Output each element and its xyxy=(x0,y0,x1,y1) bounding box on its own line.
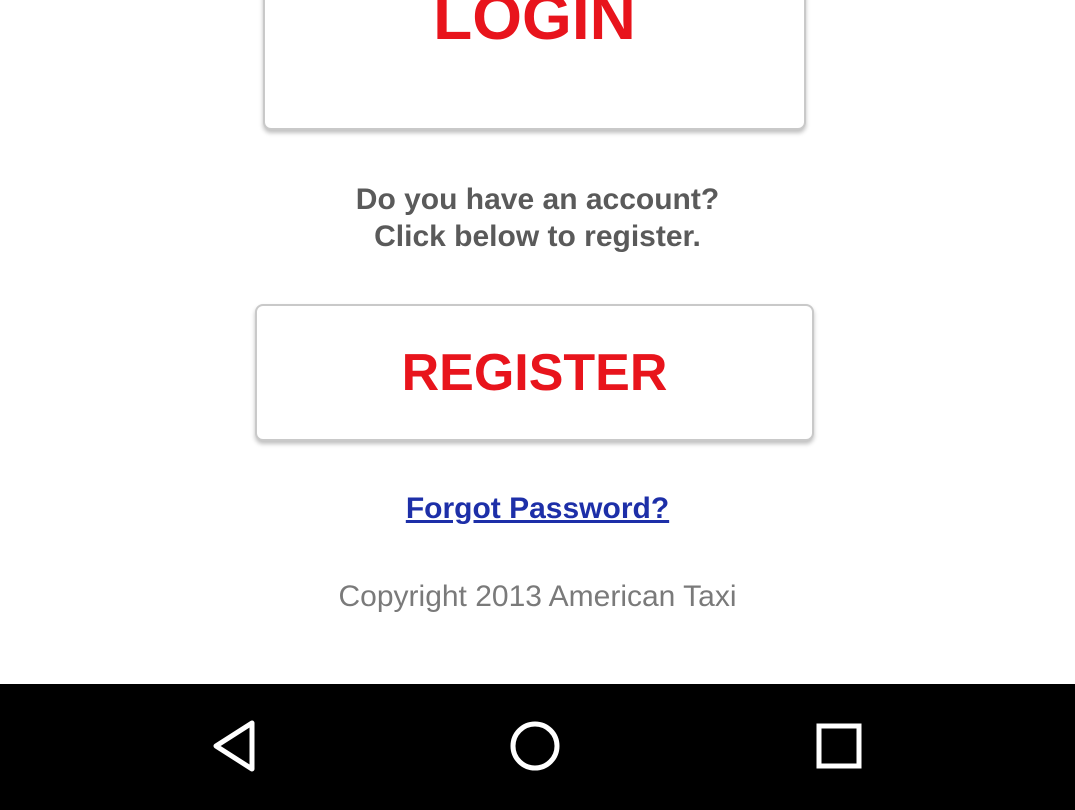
register-button[interactable]: REGISTER xyxy=(255,304,814,441)
back-button[interactable] xyxy=(202,714,266,778)
recent-apps-square-icon xyxy=(816,723,862,769)
home-button[interactable] xyxy=(503,714,567,778)
account-prompt-line-1: Do you have an account? xyxy=(355,183,720,216)
copyright-text: Copyright 2013 American Taxi xyxy=(338,580,737,613)
login-button[interactable]: LOGIN xyxy=(263,0,806,130)
home-circle-icon xyxy=(510,721,560,771)
login-screen-content: LOGIN Do you have an account? Click belo… xyxy=(0,0,1075,684)
system-navigation-bar xyxy=(0,684,1075,810)
forgot-password-link[interactable]: Forgot Password? xyxy=(406,492,669,525)
back-triangle-icon xyxy=(213,720,255,772)
account-prompt-line-2: Click below to register. xyxy=(374,220,701,253)
forgot-password-row: Forgot Password? xyxy=(0,492,1075,526)
app-screen: LOGIN Do you have an account? Click belo… xyxy=(0,0,1075,810)
login-button-label: LOGIN xyxy=(433,0,636,53)
register-button-label: REGISTER xyxy=(401,343,668,402)
recent-apps-button[interactable] xyxy=(807,714,871,778)
